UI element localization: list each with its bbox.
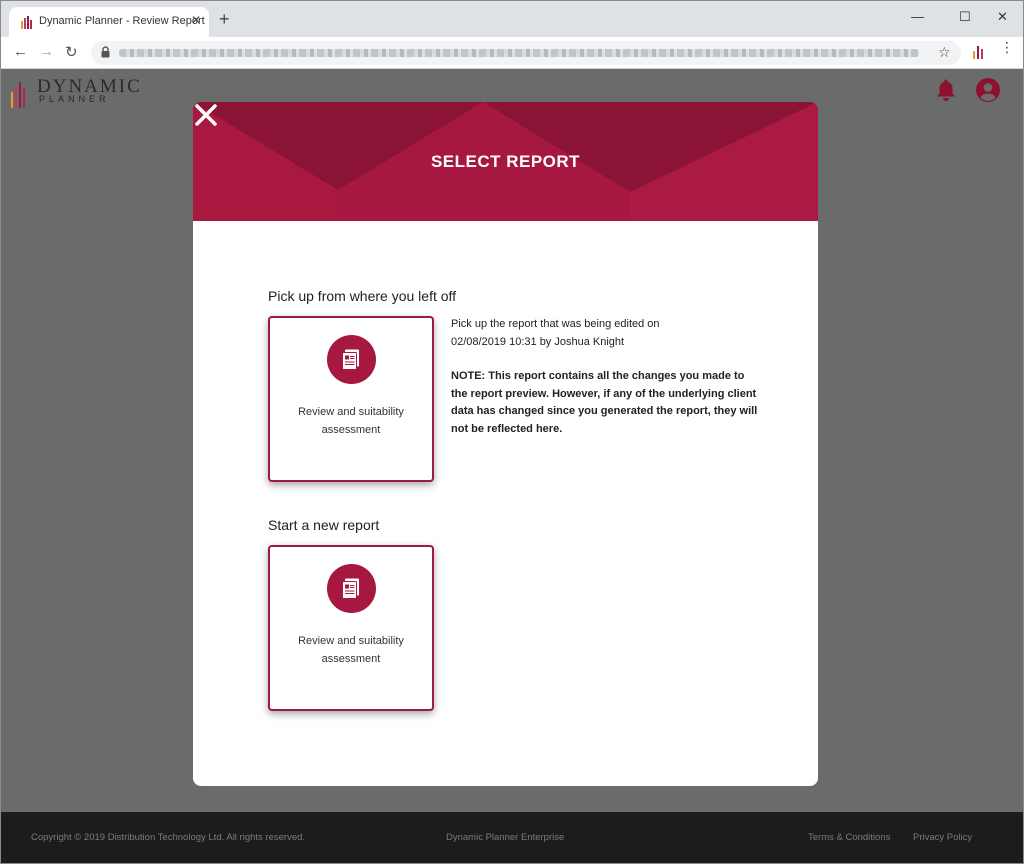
title-bar: Dynamic Planner - Review Report ✕ + — ☐ … <box>1 1 1023 37</box>
new-section-heading: Start a new report <box>268 517 380 533</box>
url-text-blurred <box>119 49 919 57</box>
browser-toolbar: ← → ↻ ☆ <box>1 37 1023 69</box>
avatar-icon[interactable] <box>976 78 1000 102</box>
tab-close-icon[interactable]: ✕ <box>191 13 201 27</box>
address-bar[interactable]: ☆ <box>91 41 961 65</box>
modal-title: SELECT REPORT <box>430 152 581 171</box>
resume-section-heading: Pick up from where you left off <box>268 288 457 304</box>
report-icon-circle <box>327 564 376 613</box>
footer-terms-link[interactable]: Terms & Conditions <box>808 832 890 843</box>
footer-privacy-link[interactable]: Privacy Policy <box>913 832 972 843</box>
new-report-card[interactable]: Review and suitability assessment <box>268 545 434 711</box>
favicon-icon <box>21 16 32 29</box>
new-card-label: Review and suitability assessment <box>298 635 404 665</box>
close-window-button[interactable]: ✕ <box>997 9 1008 25</box>
browser-window: Dynamic Planner - Review Report ✕ + — ☐ … <box>0 0 1024 864</box>
modal-header: SELECT REPORT <box>193 102 818 221</box>
footer-product: Dynamic Planner Enterprise <box>446 832 565 843</box>
lock-icon <box>101 46 110 58</box>
minimize-button[interactable]: — <box>911 9 924 24</box>
resume-info-line1: Pick up the report that was being edited… <box>451 318 660 330</box>
logo-text-planner: PLANNER <box>39 94 110 104</box>
star-icon[interactable]: ☆ <box>938 44 951 61</box>
resume-report-card[interactable]: Review and suitability assessment <box>268 316 434 482</box>
back-button[interactable]: ← <box>13 43 28 60</box>
maximize-button[interactable]: ☐ <box>959 9 971 25</box>
page-footer: Copyright © 2019 Distribution Technology… <box>1 812 1023 863</box>
report-icon <box>342 349 359 370</box>
resume-note: NOTE: This report contains all the chang… <box>451 370 758 435</box>
resume-info-text: Pick up the report that was being edited… <box>451 316 761 351</box>
resume-info-line2: 02/08/2019 10:31 by Joshua Knight <box>451 335 625 348</box>
resume-card-label: Review and suitability assessment <box>298 406 404 436</box>
report-icon-circle <box>327 335 376 384</box>
select-report-modal: SELECT REPORT Pick up from where you lef… <box>193 102 818 786</box>
browser-tab[interactable]: Dynamic Planner - Review Report ✕ <box>9 7 209 37</box>
bell-icon[interactable] <box>935 78 957 102</box>
reload-button[interactable]: ↻ <box>65 43 78 61</box>
close-icon[interactable] <box>193 102 219 128</box>
logo-bars-icon <box>11 82 25 108</box>
report-icon <box>342 578 359 599</box>
extension-icon[interactable] <box>973 46 983 59</box>
tab-title: Dynamic Planner - Review Report <box>39 15 205 27</box>
footer-copyright: Copyright © 2019 Distribution Technology… <box>31 832 306 843</box>
new-tab-button[interactable]: + <box>219 10 230 28</box>
forward-button[interactable]: → <box>39 43 54 60</box>
browser-menu-icon[interactable]: ⋮ <box>1000 40 1014 54</box>
